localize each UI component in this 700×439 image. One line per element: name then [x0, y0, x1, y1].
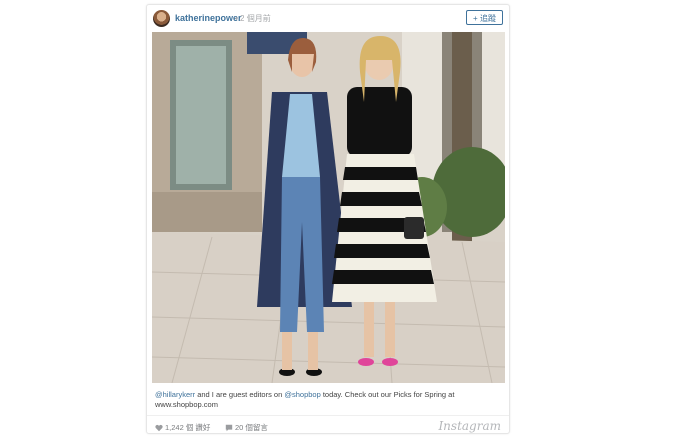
- follow-button[interactable]: + 追蹤: [466, 10, 503, 25]
- post-photo[interactable]: [152, 32, 505, 383]
- speech-bubble-icon: [225, 424, 233, 432]
- instagram-post-card: katherinepower • 2 個月前 + 追蹤 @hillarykerr…: [146, 4, 510, 434]
- post-caption: @hillarykerr and I are guest editors on …: [155, 390, 500, 410]
- likes-count[interactable]: 1,242 個 讚好: [155, 422, 210, 433]
- instagram-logo[interactable]: Instagram: [438, 419, 501, 433]
- username-link[interactable]: katherinepower: [175, 13, 242, 23]
- user-avatar[interactable]: [153, 10, 170, 27]
- street-scene-illustration: [152, 32, 505, 383]
- likes-label: 1,242 個 讚好: [165, 423, 211, 432]
- post-timestamp[interactable]: • 2 個月前: [235, 13, 271, 24]
- post-header: katherinepower • 2 個月前 + 追蹤: [147, 5, 509, 32]
- mention-shopbop[interactable]: @shopbop: [284, 390, 320, 399]
- comments-label: 20 個留言: [235, 423, 268, 432]
- comments-count[interactable]: 20 個留言: [225, 422, 268, 433]
- mention-hillarykerr[interactable]: @hillarykerr: [155, 390, 195, 399]
- caption-text-1: and I are guest editors on: [195, 390, 285, 399]
- post-footer: 1,242 個 讚好 20 個留言 Instagram: [147, 415, 509, 436]
- heart-icon: [155, 424, 163, 432]
